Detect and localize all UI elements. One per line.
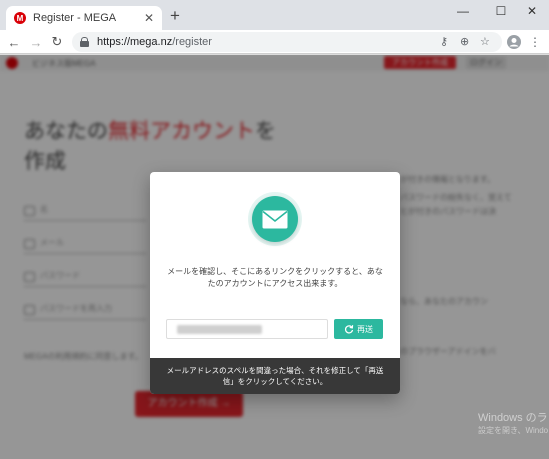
redacted-email xyxy=(177,324,262,334)
key-icon[interactable]: ⚷ xyxy=(440,35,448,48)
verify-email-message: メールを確認し、そこにあるリンクをクリックすると、あなたのアカウントにアクセス出… xyxy=(167,267,383,288)
tab-strip: M Register - MEGA ✕ + — ☐ ✕ xyxy=(0,0,549,30)
resend-button[interactable]: 再送 xyxy=(334,319,383,339)
window-close-button[interactable]: ✕ xyxy=(515,0,549,22)
mail-icon xyxy=(248,192,302,246)
profile-avatar-icon[interactable] xyxy=(506,34,522,50)
window-minimize-button[interactable]: — xyxy=(446,0,480,22)
window-maximize-button[interactable]: ☐ xyxy=(484,0,518,22)
tab-title: Register - MEGA xyxy=(33,12,117,24)
reload-icon[interactable]: ↻ xyxy=(49,34,65,50)
browser-tab[interactable]: M Register - MEGA ✕ xyxy=(6,6,162,30)
verify-email-dialog: メールを確認し、そこにあるリンクをクリックすると、あなたのアカウントにアクセス出… xyxy=(150,172,400,394)
back-arrow-icon[interactable]: ← xyxy=(6,34,22,50)
email-display-field[interactable] xyxy=(166,319,328,339)
windows-activation-watermark: Windows のラ xyxy=(478,412,548,424)
url-host: https://mega.nz xyxy=(97,36,173,48)
address-bar[interactable]: https://mega.nz/register ⚷ ⊕ ☆ xyxy=(72,32,502,52)
browser-toolbar: ← → ↻ https://mega.nz/register ⚷ ⊕ ☆ ⋮ xyxy=(0,30,549,54)
windows-activation-subtext: 設定を開き、Windo xyxy=(478,426,549,435)
forward-arrow-icon[interactable]: → xyxy=(28,34,44,50)
bookmark-star-icon[interactable]: ☆ xyxy=(480,35,490,48)
resend-refresh-icon xyxy=(344,325,354,334)
dialog-footer-note: メールアドレスのスペルを間違った場合、それを修正して「再送信」をクリックしてくだ… xyxy=(150,358,400,394)
url-path: /register xyxy=(172,36,212,48)
mega-favicon-icon: M xyxy=(14,12,26,24)
new-tab-button[interactable]: + xyxy=(170,7,180,24)
url-text: https://mega.nz/register xyxy=(97,36,212,48)
resend-label: 再送 xyxy=(357,324,373,334)
menu-kebab-icon[interactable]: ⋮ xyxy=(527,34,543,50)
lock-icon xyxy=(80,37,89,47)
zoom-icon[interactable]: ⊕ xyxy=(460,35,469,48)
tab-close-icon[interactable]: ✕ xyxy=(142,11,156,25)
